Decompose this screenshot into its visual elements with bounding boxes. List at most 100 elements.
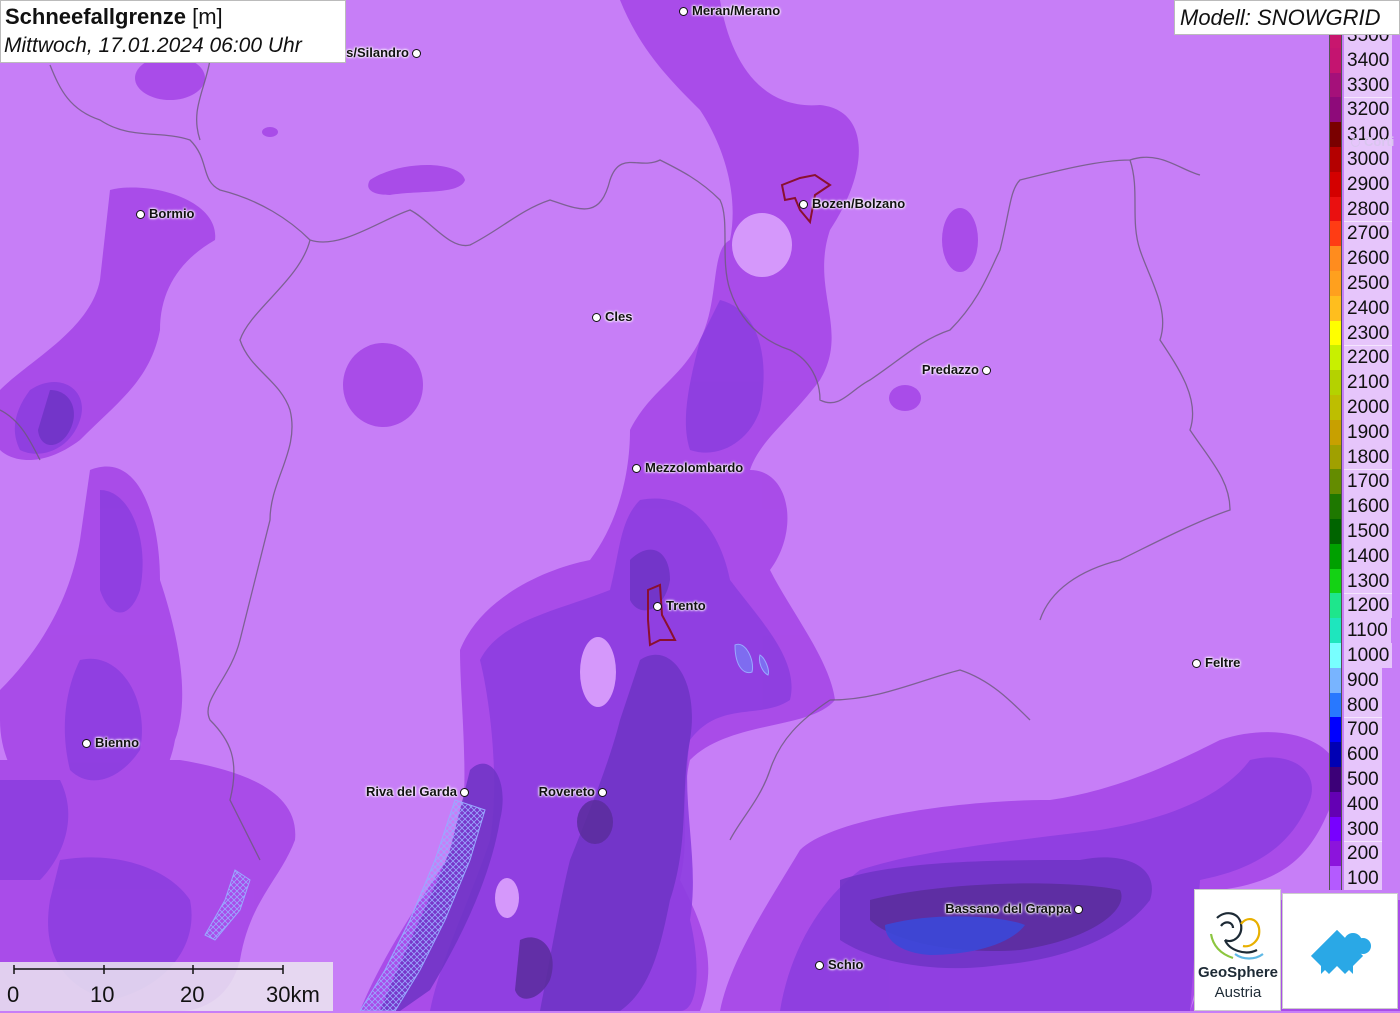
austria-logo-text: Austria — [1214, 984, 1262, 1001]
legend-item: 1800 — [1328, 444, 1400, 470]
legend-label: 3400 — [1344, 47, 1393, 73]
legend-item: 800 — [1328, 692, 1400, 718]
city-label[interactable]: Mezzolombardo — [645, 460, 743, 475]
map-title-box: Schneefallgrenze [m] Mittwoch, 17.01.202… — [0, 0, 346, 63]
legend-label: 1300 — [1344, 568, 1393, 594]
city-label[interactable]: Riva del Garda — [366, 784, 457, 799]
legend-swatch — [1329, 444, 1342, 470]
color-legend: 3500 3400 3300 3200 3100 3000 2900 2800 2700 2600… — [1328, 35, 1400, 890]
city-label[interactable]: Rovereto — [539, 784, 595, 799]
legend-label: 300 — [1344, 816, 1382, 842]
city-label[interactable]: Feltre — [1205, 655, 1240, 670]
legend-swatch — [1329, 469, 1342, 495]
legend-label: 100 — [1344, 866, 1382, 890]
legend-swatch — [1329, 717, 1342, 743]
legend-swatch — [1329, 866, 1342, 890]
legend-label: 2000 — [1344, 395, 1393, 420]
city-label[interactable]: Bormio — [149, 206, 195, 221]
city-marker[interactable] — [632, 464, 641, 473]
city-label[interactable]: Bassano del Grappa — [945, 901, 1071, 916]
legend-item: 3000 — [1328, 147, 1400, 172]
legend-swatch — [1329, 419, 1342, 445]
legend-item: 1600 — [1328, 494, 1400, 520]
legend-label: 1900 — [1344, 419, 1393, 445]
city-marker[interactable] — [1074, 905, 1083, 914]
city-label[interactable]: Predazzo — [922, 362, 979, 377]
legend-swatch — [1329, 122, 1342, 148]
legend-item: 2500 — [1328, 271, 1400, 296]
legend-label: 2200 — [1344, 345, 1393, 371]
legend-swatch — [1329, 196, 1342, 222]
legend-item: 500 — [1328, 767, 1400, 792]
legend-label: 1100 — [1344, 618, 1391, 644]
scale-label-10: 10 — [90, 982, 115, 1007]
legend-label: 400 — [1344, 791, 1382, 817]
legend-label: 1500 — [1344, 519, 1393, 544]
city-label[interactable]: Corti — [1364, 134, 1394, 149]
cloud-arrow-icon — [1311, 930, 1371, 974]
legend-item: 100 — [1328, 866, 1400, 890]
legend-swatch — [1329, 767, 1342, 792]
city-label[interactable]: Meran/Merano — [692, 3, 780, 18]
legend-label: 800 — [1344, 692, 1382, 718]
legend-item: 3200 — [1328, 97, 1400, 123]
legend-item: 1000 — [1328, 643, 1400, 668]
legend-item: 1400 — [1328, 543, 1400, 569]
legend-item: 3500 — [1328, 35, 1400, 48]
city-marker[interactable] — [460, 788, 469, 797]
legend-swatch — [1329, 345, 1342, 371]
city-marker[interactable] — [815, 961, 824, 970]
scale-label-20: 20 — [180, 982, 205, 1007]
legend-item: 2800 — [1328, 196, 1400, 222]
legend-swatch — [1329, 519, 1342, 544]
city-label[interactable]: Bozen/Bolzano — [812, 196, 905, 211]
legend-item: 1200 — [1328, 593, 1400, 619]
forecast-datetime: Mittwoch, 17.01.2024 06:00 Uhr — [4, 34, 302, 57]
legend-item: 2900 — [1328, 171, 1400, 197]
legend-label: 1700 — [1344, 469, 1393, 495]
legend-swatch — [1329, 320, 1342, 346]
city-marker[interactable] — [679, 7, 688, 16]
model-label: Modell: SNOWGRID — [1174, 0, 1400, 35]
legend-item: 3300 — [1328, 72, 1400, 98]
city-marker[interactable] — [598, 788, 607, 797]
city-label[interactable]: Bienno — [95, 735, 139, 750]
legend-item: 2200 — [1328, 345, 1400, 371]
legend-label: 200 — [1344, 841, 1382, 867]
legend-item: 2300 — [1328, 320, 1400, 346]
city-marker[interactable] — [82, 739, 91, 748]
legend-label: 3300 — [1344, 72, 1393, 98]
city-marker[interactable] — [412, 49, 421, 58]
city-marker[interactable] — [799, 200, 808, 209]
legend-item: 1500 — [1328, 519, 1400, 544]
legend-label: 1200 — [1344, 593, 1393, 619]
legend-item: 2100 — [1328, 370, 1400, 396]
city-marker[interactable] — [592, 313, 601, 322]
city-label[interactable]: Schio — [828, 957, 863, 972]
geosphere-logo[interactable]: GeoSphere Austria — [1194, 889, 1281, 1011]
city-label[interactable]: Trento — [666, 598, 706, 613]
legend-swatch — [1329, 494, 1342, 520]
legend-swatch — [1329, 841, 1342, 867]
legend-label: 1600 — [1344, 494, 1393, 520]
city-marker[interactable] — [1192, 659, 1201, 668]
legend-item: 3400 — [1328, 47, 1400, 73]
snowfall-limit-map[interactable] — [0, 0, 1400, 1011]
legend-label: 3000 — [1344, 147, 1393, 172]
city-marker[interactable] — [982, 366, 991, 375]
legend-swatch — [1329, 221, 1342, 247]
weather-app-logo[interactable] — [1282, 893, 1398, 1009]
legend-swatch — [1329, 791, 1342, 817]
legend-swatch — [1329, 97, 1342, 123]
legend-item: 1100 — [1328, 618, 1400, 644]
city-marker[interactable] — [653, 602, 662, 611]
legend-swatch — [1329, 692, 1342, 718]
city-label[interactable]: s/Silandro — [346, 45, 409, 60]
city-label[interactable]: Cles — [605, 309, 632, 324]
legend-label: 2700 — [1344, 221, 1393, 247]
legend-label: 2400 — [1344, 295, 1393, 321]
legend-item: 700 — [1328, 717, 1400, 743]
geosphere-logo-text: GeoSphere — [1197, 964, 1279, 981]
city-marker[interactable] — [1351, 138, 1360, 147]
city-marker[interactable] — [136, 210, 145, 219]
